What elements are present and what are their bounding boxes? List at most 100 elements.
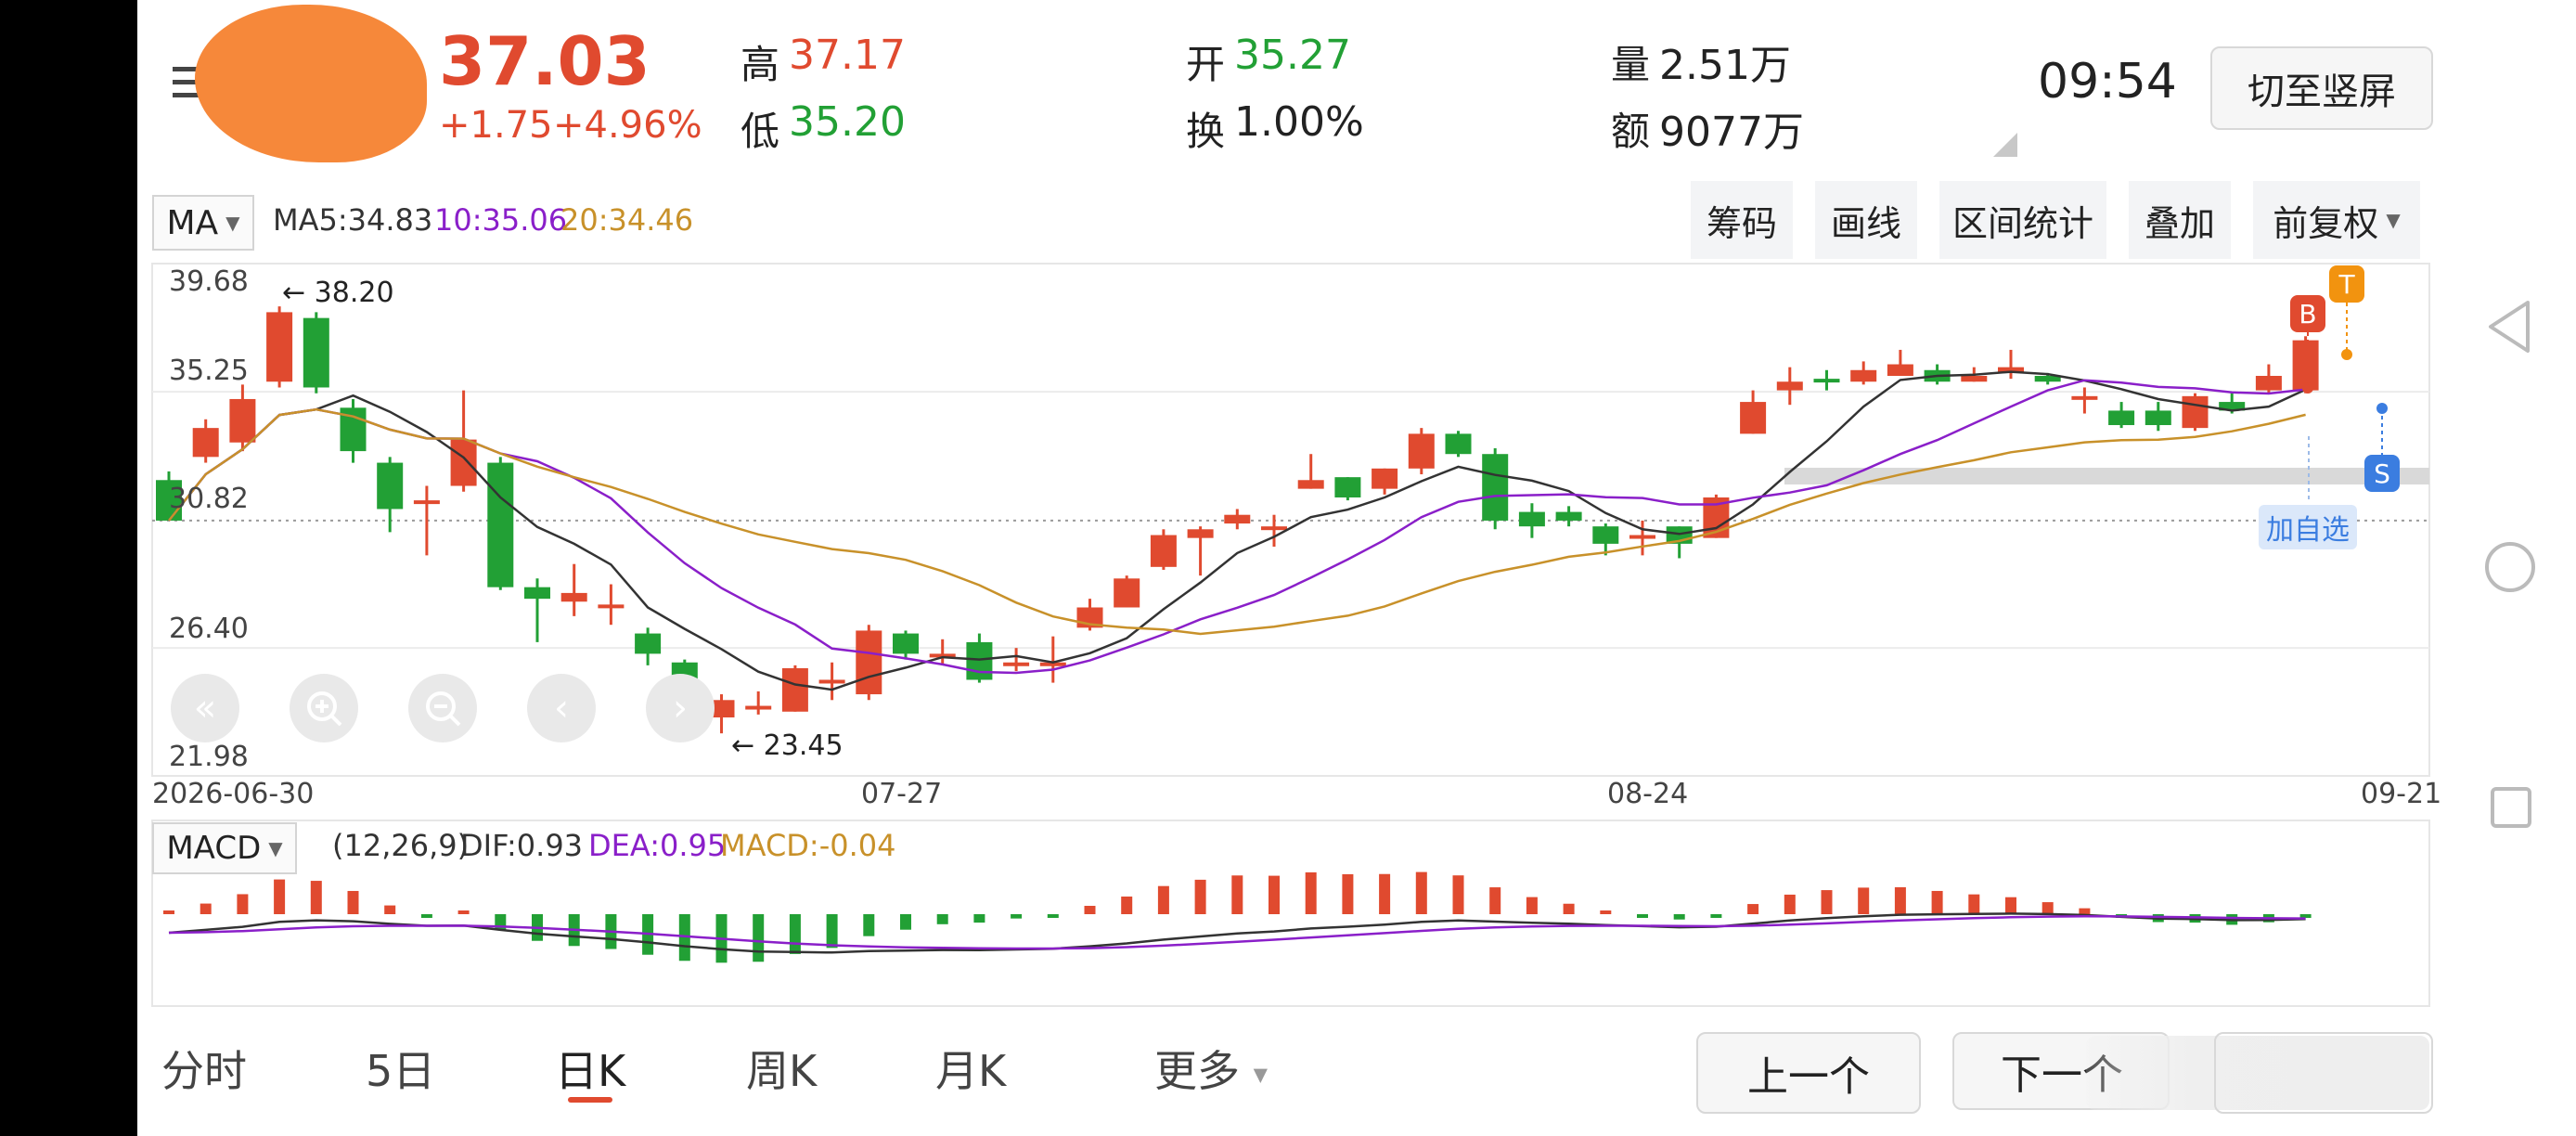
active-tab-indicator xyxy=(568,1097,612,1103)
macd-histogram-bar xyxy=(826,914,838,949)
candle-body xyxy=(192,428,219,458)
macd-histogram-bar xyxy=(1157,885,1169,914)
candle-body xyxy=(635,633,662,654)
tab-5day[interactable]: 5日 xyxy=(366,1038,435,1099)
macd-histogram-bar xyxy=(2005,897,2016,914)
macd-histogram-bar xyxy=(1047,914,1059,918)
candle-body xyxy=(413,500,440,505)
tab-monthly-k[interactable]: 月K xyxy=(935,1038,1006,1099)
candle-body xyxy=(1629,535,1655,539)
macd-histogram-bar xyxy=(789,914,801,954)
back-icon[interactable] xyxy=(2485,299,2533,355)
candle-body xyxy=(1776,381,1803,391)
candle-body xyxy=(893,633,919,654)
candle-body xyxy=(1518,511,1545,527)
candle-body xyxy=(1150,535,1177,567)
range-highlight-band xyxy=(1784,468,2429,484)
date-label-end: 09-21 xyxy=(2361,778,2442,810)
candle-body xyxy=(966,641,993,680)
macd-histogram-bar xyxy=(1821,890,1833,914)
tab-weekly-k[interactable]: 周K xyxy=(746,1038,817,1099)
candle-body xyxy=(1003,662,1030,666)
macd-histogram-bar xyxy=(1011,914,1023,919)
pan-left-icon[interactable]: ‹ xyxy=(527,674,596,742)
tab-more-label: 更多 xyxy=(1154,1046,1240,1096)
date-label-3: 08-24 xyxy=(1607,778,1689,810)
buy-marker-dot xyxy=(2302,382,2313,394)
candle-body xyxy=(1850,369,1877,382)
buy-marker[interactable]: B xyxy=(2290,295,2325,332)
stock-screen: 37.03 +1.75 +4.96% 高 37.17 低 35.20 开 35.… xyxy=(137,0,2442,1136)
date-label-start: 2026-06-30 xyxy=(152,778,315,810)
candle-body xyxy=(745,705,772,710)
candle-body xyxy=(2071,395,2098,400)
candle-body xyxy=(1334,477,1361,497)
candle-body xyxy=(487,462,514,587)
candle-body xyxy=(1187,529,1214,538)
macd-histogram-bar xyxy=(1305,871,1317,914)
candle-body xyxy=(1740,402,1767,434)
macd-histogram-bar xyxy=(163,910,174,914)
zoom-in-icon[interactable] xyxy=(290,674,358,742)
candle-body xyxy=(1224,514,1251,524)
macd-histogram-bar xyxy=(237,894,249,914)
prev-stock-button[interactable]: 上一个 xyxy=(1696,1032,1921,1114)
price-axis-label-top: 39.68 xyxy=(169,265,249,298)
t-marker[interactable]: T xyxy=(2329,265,2364,303)
tab-daily-k[interactable]: 日K xyxy=(555,1038,625,1099)
candle-body xyxy=(1297,480,1324,489)
home-icon[interactable] xyxy=(2483,540,2537,594)
macd-histogram-bar xyxy=(457,910,470,914)
macd-histogram-bar xyxy=(2041,902,2054,914)
macd-dif: DIF:0.93 xyxy=(460,828,584,863)
dif-line xyxy=(168,912,2306,954)
candle-body xyxy=(1887,364,1913,377)
macd-histogram-bar xyxy=(1121,896,1133,914)
macd-histogram-bar xyxy=(200,903,212,914)
macd-histogram-bar xyxy=(1489,887,1501,914)
macd-histogram-bar xyxy=(274,879,286,914)
macd-histogram-bar xyxy=(1563,903,1575,914)
candle-body xyxy=(303,317,329,388)
macd-value: MACD:-0.04 xyxy=(720,828,896,863)
dropdown-arrow-icon: ▼ xyxy=(1253,1063,1269,1086)
pan-right-icon[interactable]: › xyxy=(646,674,715,742)
candle-body xyxy=(560,592,587,602)
add-to-watchlist-button[interactable]: 加自选 xyxy=(2259,505,2357,549)
candle-body xyxy=(1372,468,1398,489)
tab-more[interactable]: 更多 ▼ xyxy=(1154,1038,1268,1099)
rewind-icon[interactable]: « xyxy=(171,674,239,742)
price-axis-label-2: 35.25 xyxy=(169,355,249,387)
candle-body xyxy=(818,679,845,684)
candle-body xyxy=(2145,410,2171,426)
t-marker-dot xyxy=(2341,349,2352,360)
kline-chart[interactable] xyxy=(137,0,2442,1136)
macd-histogram-bar xyxy=(420,914,432,918)
candle-body xyxy=(1482,454,1509,521)
macd-histogram-bar xyxy=(1858,887,1870,914)
candle-body xyxy=(1961,376,1988,382)
macd-histogram-bar xyxy=(1637,914,1648,918)
macd-histogram-bar xyxy=(347,890,359,914)
price-axis-label-bottom: 21.98 xyxy=(169,741,249,773)
macd-histogram-bar xyxy=(1747,904,1759,914)
candle-body xyxy=(2108,410,2135,426)
candle-body xyxy=(524,587,550,600)
candle-body xyxy=(377,462,404,510)
sell-marker-dot xyxy=(2376,403,2388,414)
tab-intraday[interactable]: 分时 xyxy=(161,1038,247,1099)
max-price-annotation: ← 38.20 xyxy=(282,277,394,309)
extra-button[interactable] xyxy=(2214,1032,2433,1114)
macd-histogram-bar xyxy=(1784,894,1796,914)
zoom-out-icon[interactable] xyxy=(408,674,477,742)
min-price-annotation: ← 23.45 xyxy=(731,729,844,762)
macd-histogram-bar xyxy=(1526,897,1538,914)
macd-histogram-bar xyxy=(900,914,911,930)
candle-body xyxy=(2255,376,2282,391)
recents-icon[interactable] xyxy=(2489,785,2533,830)
macd-select[interactable]: MACD ▼ xyxy=(152,822,297,874)
candle-body xyxy=(266,312,293,382)
macd-select-label: MACD xyxy=(166,830,262,867)
candle-body xyxy=(450,439,477,486)
sell-marker[interactable]: S xyxy=(2364,455,2400,492)
